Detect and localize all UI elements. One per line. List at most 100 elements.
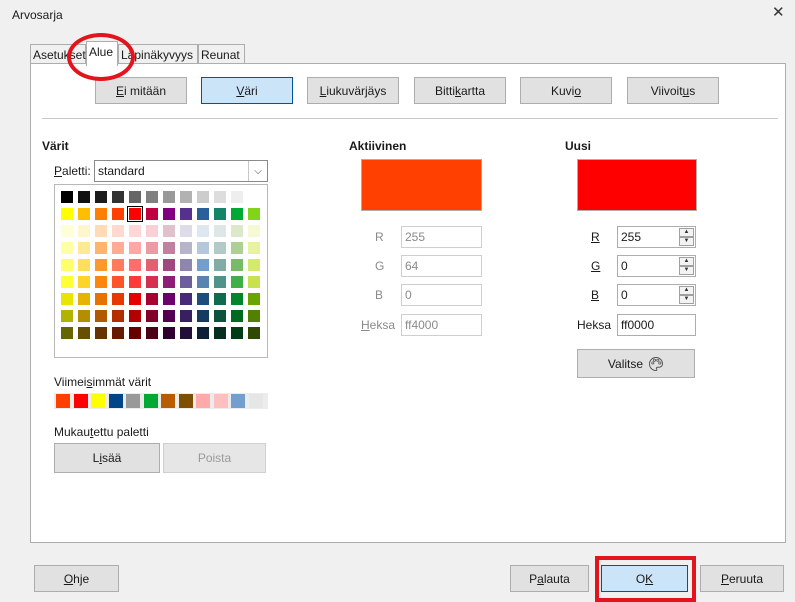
palette-swatch[interactable] — [61, 310, 73, 322]
palette-swatch[interactable] — [129, 242, 141, 254]
fill-color-button[interactable]: Väri — [201, 77, 293, 104]
palette-swatch[interactable] — [78, 276, 90, 288]
palette-swatch[interactable] — [180, 208, 192, 220]
spin-down-icon[interactable]: ▼ — [679, 266, 694, 275]
recent-color-swatch[interactable] — [231, 394, 245, 408]
palette-swatch[interactable] — [78, 242, 90, 254]
palette-swatch[interactable] — [248, 259, 260, 271]
palette-select[interactable]: standard ⌵ — [94, 160, 268, 182]
palette-swatch[interactable] — [231, 276, 243, 288]
palette-swatch[interactable] — [214, 293, 226, 305]
recent-color-swatch[interactable] — [178, 394, 193, 408]
palette-swatch[interactable] — [95, 191, 107, 203]
palette-swatch[interactable] — [248, 191, 260, 203]
fill-pattern-button[interactable]: Kuvio — [520, 77, 612, 104]
palette-swatch[interactable] — [78, 327, 90, 339]
palette-swatch[interactable] — [231, 327, 243, 339]
tab-alue[interactable]: Alue — [86, 41, 118, 66]
palette-swatch[interactable] — [61, 276, 73, 288]
palette-swatch[interactable] — [61, 242, 73, 254]
palette-swatch[interactable] — [78, 259, 90, 271]
palette-swatch[interactable] — [163, 242, 175, 254]
palette-swatch[interactable] — [112, 225, 124, 237]
palette-swatch[interactable] — [214, 225, 226, 237]
palette-swatch[interactable] — [146, 293, 158, 305]
spin-down-icon[interactable]: ▼ — [679, 295, 694, 304]
palette-swatch[interactable] — [112, 191, 124, 203]
palette-swatch[interactable] — [163, 208, 175, 220]
palette-swatch[interactable] — [180, 310, 192, 322]
reset-button[interactable]: Palauta — [510, 565, 589, 592]
palette-swatch[interactable] — [61, 293, 73, 305]
palette-swatch[interactable] — [127, 206, 143, 222]
palette-swatch[interactable] — [95, 208, 107, 220]
palette-swatch[interactable] — [129, 293, 141, 305]
recent-color-swatch[interactable] — [248, 394, 263, 408]
new-hex-field[interactable]: ff0000 — [617, 314, 696, 336]
spin-up-icon[interactable]: ▲ — [679, 257, 694, 266]
palette-swatch[interactable] — [180, 259, 192, 271]
fill-hatch-button[interactable]: Viivoitus — [627, 77, 719, 104]
palette-swatch[interactable] — [129, 259, 141, 271]
palette-swatch[interactable] — [248, 293, 260, 305]
palette-swatch[interactable] — [214, 276, 226, 288]
recent-color-swatch[interactable] — [196, 394, 210, 408]
help-button[interactable]: Ohje — [34, 565, 119, 592]
palette-swatch[interactable] — [163, 225, 175, 237]
palette-swatch[interactable] — [180, 242, 192, 254]
spin-down-icon[interactable]: ▼ — [679, 237, 694, 246]
palette-swatch[interactable] — [146, 225, 158, 237]
palette-swatch[interactable] — [231, 310, 243, 322]
palette-swatch[interactable] — [146, 259, 158, 271]
palette-swatch[interactable] — [197, 208, 209, 220]
palette-swatch[interactable] — [197, 242, 209, 254]
palette-swatch[interactable] — [95, 310, 107, 322]
new-b-field[interactable]: 0 ▲ ▼ — [617, 284, 696, 306]
palette-swatch[interactable] — [129, 276, 141, 288]
palette-swatch[interactable] — [197, 191, 209, 203]
palette-swatch[interactable] — [112, 276, 124, 288]
palette-swatch[interactable] — [214, 310, 226, 322]
recent-color-swatch[interactable] — [143, 394, 158, 408]
palette-swatch[interactable] — [78, 310, 90, 322]
palette-swatch[interactable] — [180, 191, 192, 203]
palette-swatch[interactable] — [197, 293, 209, 305]
palette-swatch[interactable] — [61, 225, 73, 237]
palette-swatch[interactable] — [61, 259, 73, 271]
spin-up-icon[interactable]: ▲ — [679, 286, 694, 295]
palette-swatch[interactable] — [231, 242, 243, 254]
close-icon[interactable]: ✕ — [772, 4, 785, 22]
palette-swatch[interactable] — [146, 310, 158, 322]
palette-swatch[interactable] — [231, 208, 243, 220]
palette-swatch[interactable] — [129, 225, 141, 237]
palette-swatch[interactable] — [214, 242, 226, 254]
palette-swatch[interactable] — [180, 327, 192, 339]
palette-swatch[interactable] — [112, 327, 124, 339]
palette-swatch[interactable] — [95, 293, 107, 305]
recent-color-swatch[interactable] — [91, 394, 105, 408]
palette-swatch[interactable] — [180, 225, 192, 237]
palette-swatch[interactable] — [95, 242, 107, 254]
spin-up-icon[interactable]: ▲ — [679, 228, 694, 237]
palette-swatch[interactable] — [61, 191, 73, 203]
palette-swatch[interactable] — [129, 191, 141, 203]
palette-swatch[interactable] — [163, 191, 175, 203]
palette-swatch[interactable] — [146, 327, 158, 339]
palette-swatch[interactable] — [163, 310, 175, 322]
palette-swatch[interactable] — [248, 276, 260, 288]
recent-color-swatch[interactable] — [126, 394, 140, 408]
palette-swatch[interactable] — [163, 327, 175, 339]
palette-swatch[interactable] — [231, 225, 243, 237]
palette-swatch[interactable] — [197, 259, 209, 271]
pick-color-button[interactable]: Valitse — [577, 349, 695, 378]
palette-swatch[interactable] — [61, 327, 73, 339]
palette-swatch[interactable] — [78, 208, 90, 220]
palette-swatch[interactable] — [112, 310, 124, 322]
palette-swatch[interactable] — [129, 327, 141, 339]
palette-swatch[interactable] — [95, 327, 107, 339]
palette-swatch[interactable] — [197, 225, 209, 237]
palette-swatch[interactable] — [180, 293, 192, 305]
palette-swatch[interactable] — [95, 225, 107, 237]
palette-swatch[interactable] — [112, 208, 124, 220]
delete-color-button[interactable]: Poista — [163, 443, 266, 473]
